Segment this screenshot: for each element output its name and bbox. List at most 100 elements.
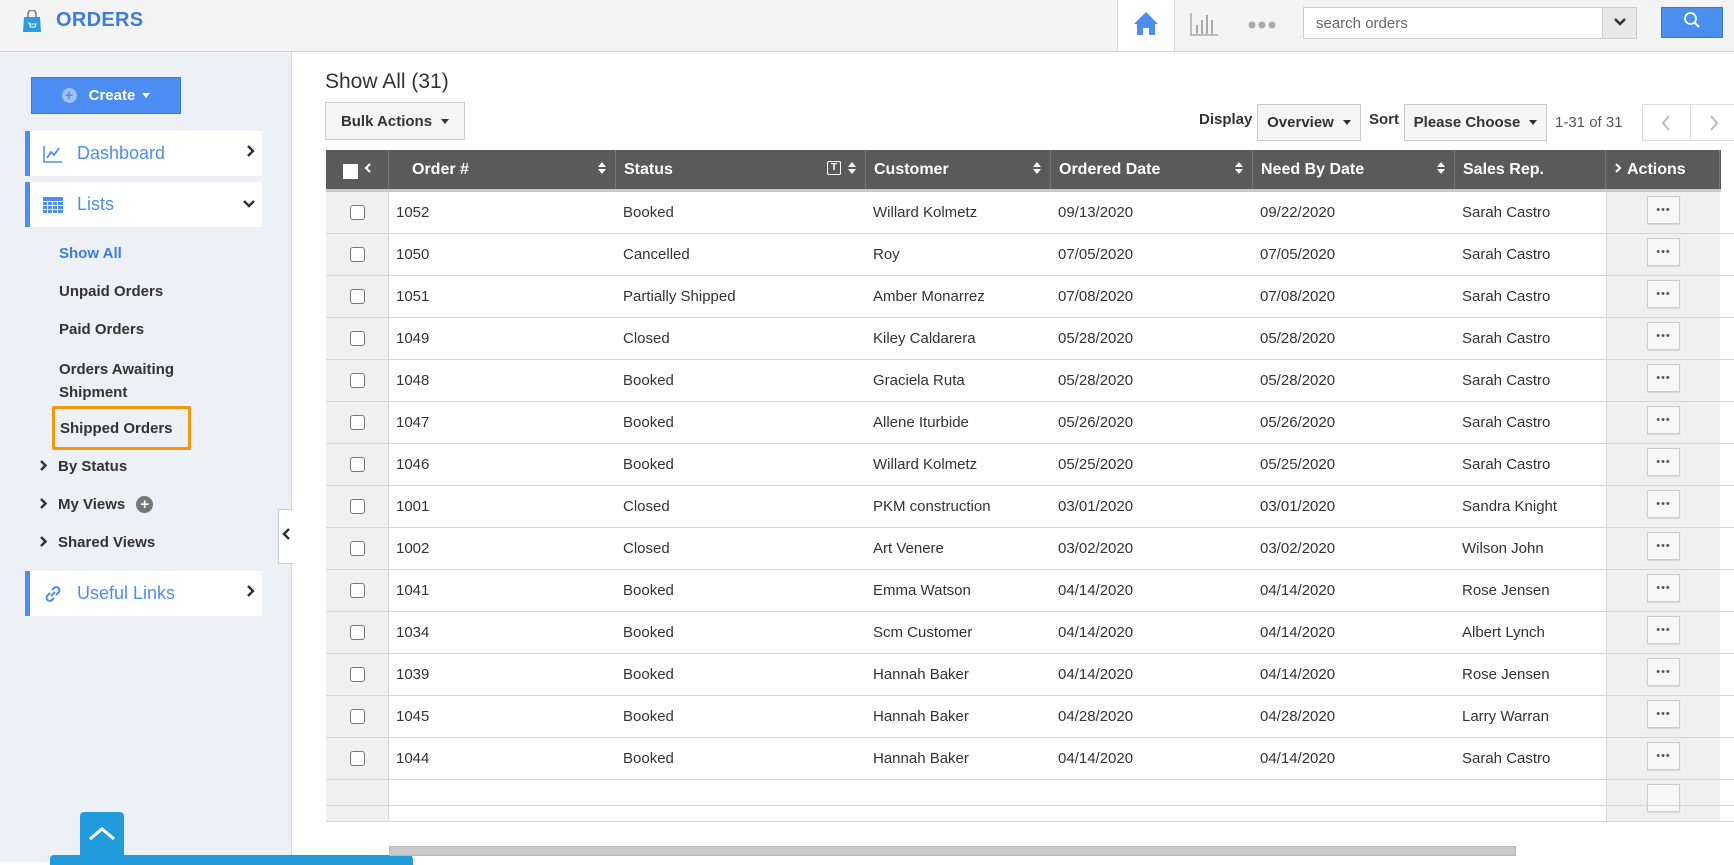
column-header-order[interactable]: Order # bbox=[389, 150, 616, 189]
next-page-button[interactable] bbox=[1690, 105, 1734, 140]
bulk-actions-button[interactable]: Bulk Actions bbox=[325, 102, 465, 140]
column-header-actions[interactable]: Actions bbox=[1606, 150, 1720, 189]
table-row[interactable]: 1048 Booked Graciela Ruta 05/28/2020 05/… bbox=[326, 360, 1734, 402]
table-row[interactable]: 1046 Booked Willard Kolmetz 05/25/2020 0… bbox=[326, 444, 1734, 486]
filter-icon[interactable]: T bbox=[827, 161, 841, 175]
table-row[interactable]: 1044 Booked Hannah Baker 04/14/2020 04/1… bbox=[326, 738, 1734, 780]
sidebar-tree-shared-views[interactable]: Shared Views bbox=[39, 534, 155, 551]
table-row[interactable] bbox=[326, 780, 1734, 822]
order-number[interactable]: 1044 bbox=[389, 738, 616, 779]
table-row[interactable]: 1049 Closed Kiley Caldarera 05/28/2020 0… bbox=[326, 318, 1734, 360]
sort-icon[interactable] bbox=[848, 162, 856, 174]
order-number[interactable]: 1051 bbox=[389, 276, 616, 317]
table-row[interactable]: 1034 Booked Scm Customer 04/14/2020 04/1… bbox=[326, 612, 1734, 654]
sidebar-item-useful-links[interactable]: Useful Links bbox=[25, 571, 262, 616]
column-header-status[interactable]: Status T bbox=[616, 150, 866, 189]
row-checkbox[interactable] bbox=[350, 457, 365, 472]
sidebar-item-dashboard[interactable]: Dashboard bbox=[25, 131, 262, 176]
sort-select[interactable]: Please Choose bbox=[1404, 104, 1547, 141]
row-actions-button[interactable]: ••• bbox=[1647, 490, 1680, 518]
row-actions-button[interactable]: ••• bbox=[1647, 196, 1680, 224]
chevron-right-icon[interactable] bbox=[1614, 161, 1622, 179]
row-actions-button[interactable]: ••• bbox=[1647, 238, 1680, 266]
order-number[interactable]: 1048 bbox=[389, 360, 616, 401]
prev-page-button[interactable] bbox=[1643, 105, 1690, 140]
column-header-ordered-date[interactable]: Ordered Date bbox=[1051, 150, 1253, 189]
order-number[interactable]: 1041 bbox=[389, 570, 616, 611]
row-checkbox[interactable] bbox=[350, 583, 365, 598]
row-actions-button[interactable]: ••• bbox=[1647, 532, 1680, 560]
home-button[interactable] bbox=[1117, 0, 1175, 51]
order-number[interactable]: 1046 bbox=[389, 444, 616, 485]
row-actions-button[interactable]: ••• bbox=[1647, 322, 1680, 350]
row-checkbox[interactable] bbox=[350, 331, 365, 346]
row-checkbox[interactable] bbox=[350, 205, 365, 220]
row-actions-button[interactable]: ••• bbox=[1647, 742, 1680, 770]
order-number[interactable]: 1047 bbox=[389, 402, 616, 443]
order-number[interactable]: 1050 bbox=[389, 234, 616, 275]
row-checkbox[interactable] bbox=[350, 499, 365, 514]
order-number[interactable]: 1049 bbox=[389, 318, 616, 359]
reports-button[interactable] bbox=[1175, 0, 1233, 52]
row-actions-button[interactable]: ••• bbox=[1647, 658, 1680, 686]
row-checkbox[interactable] bbox=[350, 247, 365, 262]
sort-icon[interactable] bbox=[1033, 162, 1041, 174]
row-actions-button[interactable]: ••• bbox=[1647, 700, 1680, 728]
table-row[interactable]: 1039 Booked Hannah Baker 04/14/2020 04/1… bbox=[326, 654, 1734, 696]
order-number[interactable]: 1001 bbox=[389, 486, 616, 527]
row-actions-button[interactable]: ••• bbox=[1647, 406, 1680, 434]
row-checkbox[interactable] bbox=[350, 751, 365, 766]
sidebar-tree-by-status[interactable]: By Status bbox=[39, 458, 127, 475]
row-actions-button[interactable]: ••• bbox=[1647, 616, 1680, 644]
row-checkbox[interactable] bbox=[350, 289, 365, 304]
search-input[interactable] bbox=[1304, 8, 1602, 38]
row-actions-button[interactable] bbox=[1647, 784, 1680, 812]
table-row[interactable]: 1047 Booked Allene Iturbide 05/26/2020 0… bbox=[326, 402, 1734, 444]
order-number[interactable]: 1039 bbox=[389, 654, 616, 695]
display-select[interactable]: Overview bbox=[1257, 104, 1361, 141]
table-row[interactable]: 1002 Closed Art Venere 03/02/2020 03/02/… bbox=[326, 528, 1734, 570]
row-checkbox[interactable] bbox=[350, 625, 365, 640]
search-button[interactable] bbox=[1661, 7, 1723, 38]
row-actions-button[interactable]: ••• bbox=[1647, 364, 1680, 392]
sidebar-subitem-orders-awaiting-shipment[interactable]: Orders Awaiting Shipment bbox=[59, 358, 199, 404]
order-number[interactable]: 1034 bbox=[389, 612, 616, 653]
table-row[interactable]: 1001 Closed PKM construction 03/01/2020 … bbox=[326, 486, 1734, 528]
order-number[interactable]: 1052 bbox=[389, 192, 616, 233]
select-all-checkbox[interactable] bbox=[343, 164, 358, 179]
row-actions-button[interactable]: ••• bbox=[1647, 280, 1680, 308]
sidebar-subitem-show-all[interactable]: Show All bbox=[59, 245, 122, 262]
app-logo[interactable]: ORDERS bbox=[22, 9, 143, 32]
add-view-icon[interactable]: + bbox=[136, 496, 153, 513]
row-actions-button[interactable]: ••• bbox=[1647, 574, 1680, 602]
horizontal-scrollbar[interactable] bbox=[389, 846, 1516, 856]
table-row[interactable]: 1041 Booked Emma Watson 04/14/2020 04/14… bbox=[326, 570, 1734, 612]
search-dropdown-button[interactable] bbox=[1602, 8, 1636, 38]
sidebar-subitem-paid-orders[interactable]: Paid Orders bbox=[59, 321, 144, 338]
row-checkbox[interactable] bbox=[350, 541, 365, 556]
sidebar-subitem-shipped-orders[interactable]: Shipped Orders bbox=[60, 420, 173, 437]
row-checkbox[interactable] bbox=[350, 709, 365, 724]
column-header-customer[interactable]: Customer bbox=[866, 150, 1051, 189]
sidebar-tree-my-views[interactable]: My Views + bbox=[39, 496, 153, 513]
table-row[interactable]: 1045 Booked Hannah Baker 04/28/2020 04/2… bbox=[326, 696, 1734, 738]
create-button[interactable]: + Create bbox=[31, 77, 181, 114]
row-actions-button[interactable]: ••• bbox=[1647, 448, 1680, 476]
order-number[interactable]: 1002 bbox=[389, 528, 616, 569]
sidebar-collapse-handle[interactable] bbox=[278, 509, 293, 564]
table-row[interactable]: 1051 Partially Shipped Amber Monarrez 07… bbox=[326, 276, 1734, 318]
more-button[interactable] bbox=[1233, 0, 1291, 52]
table-row[interactable]: 1052 Booked Willard Kolmetz 09/13/2020 0… bbox=[326, 192, 1734, 234]
sort-icon[interactable] bbox=[1437, 162, 1445, 174]
table-row[interactable]: 1050 Cancelled Roy 07/05/2020 07/05/2020… bbox=[326, 234, 1734, 276]
column-header-sales-rep[interactable]: Sales Rep. bbox=[1455, 150, 1606, 189]
row-checkbox[interactable] bbox=[350, 373, 365, 388]
sidebar-item-lists[interactable]: Lists bbox=[25, 182, 262, 227]
order-number[interactable] bbox=[389, 780, 616, 821]
order-number[interactable]: 1045 bbox=[389, 696, 616, 737]
row-checkbox[interactable] bbox=[350, 667, 365, 682]
row-checkbox[interactable] bbox=[350, 415, 365, 430]
collapse-columns-icon[interactable] bbox=[364, 161, 372, 179]
sort-icon[interactable] bbox=[1235, 162, 1243, 174]
sort-icon[interactable] bbox=[598, 162, 606, 174]
